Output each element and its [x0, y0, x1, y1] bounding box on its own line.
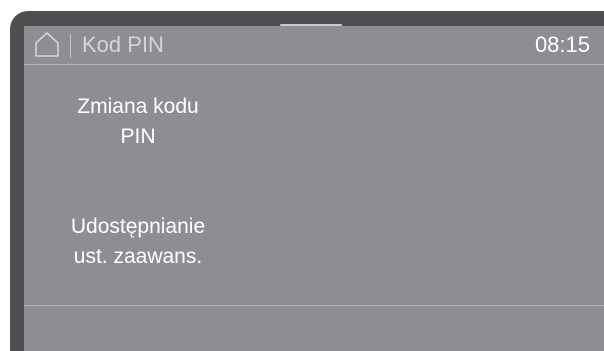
menu-item-share-advanced-settings[interactable]: Udostępnianie ust. zaawans. — [38, 212, 238, 272]
page-title: Kod PIN — [82, 32, 164, 57]
menu-item-label-line2: ust. zaawans. — [73, 245, 203, 268]
menu-item-label-line1: Zmiana kodu — [77, 95, 199, 118]
footer-separator — [24, 305, 604, 306]
home-icon[interactable] — [33, 30, 61, 58]
header-divider — [70, 34, 71, 58]
menu-item-label-line2: PIN — [120, 125, 156, 148]
menu-item-change-pin[interactable]: Zmiana kodu PIN — [38, 92, 238, 152]
header-bar: Kod PIN 08:15 — [24, 26, 604, 65]
display-screen: Kod PIN 08:15 Zmiana kodu PIN Udostępnia… — [24, 26, 604, 351]
header-separator — [24, 64, 604, 65]
menu-item-label-line1: Udostępnianie — [70, 215, 206, 238]
clock-time: 08:15 — [534, 32, 590, 57]
device-bezel: Kod PIN 08:15 Zmiana kodu PIN Udostępnia… — [10, 11, 604, 351]
